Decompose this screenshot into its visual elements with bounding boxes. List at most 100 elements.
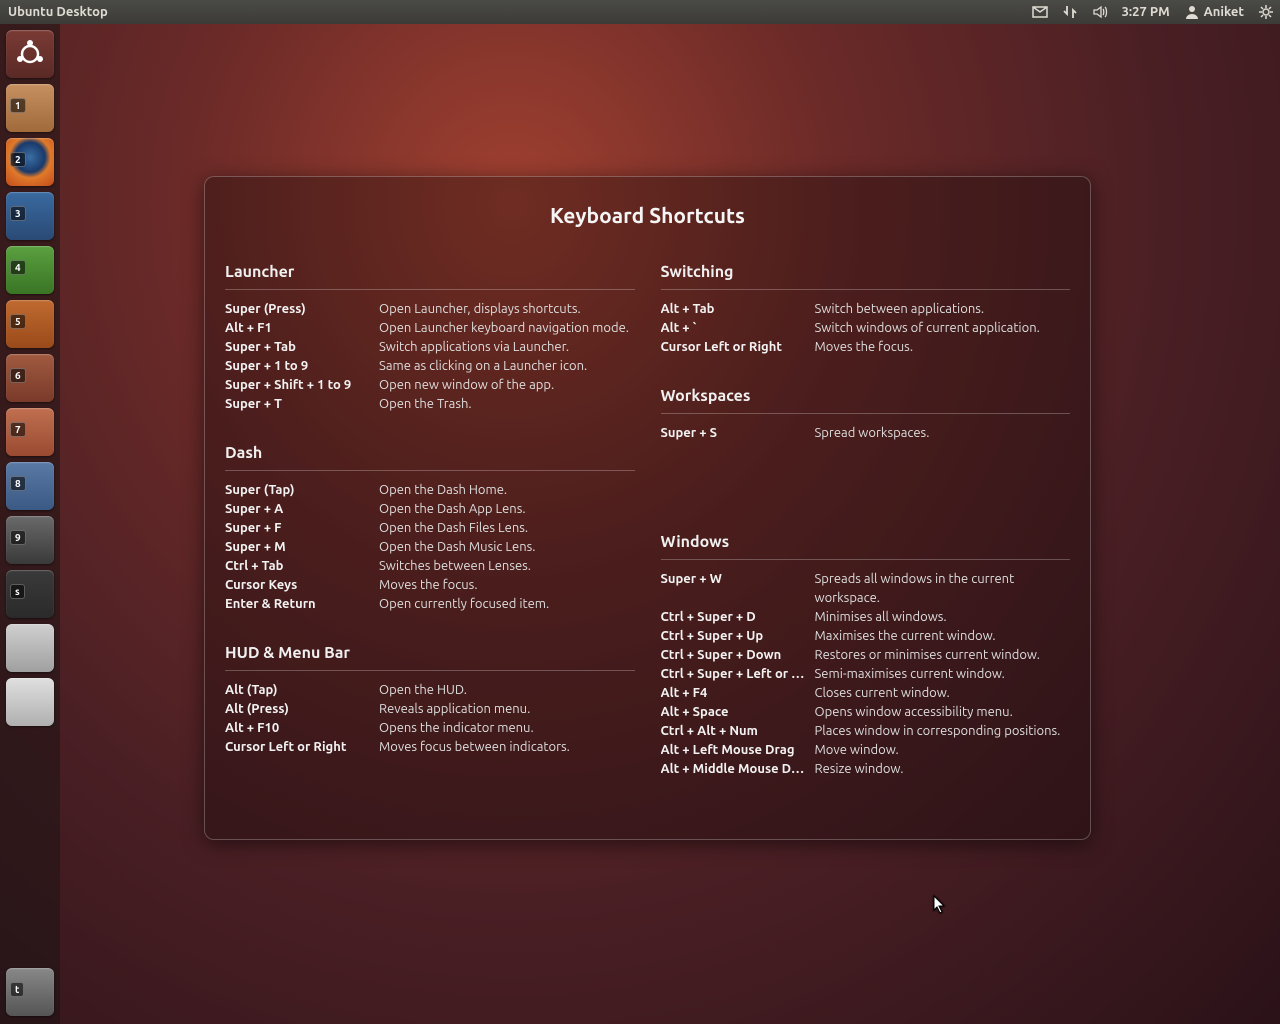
- shortcut-key: Ctrl + Super + Down: [661, 646, 815, 665]
- shortcut-key: Alt + Tab: [661, 300, 815, 319]
- launcher-item-device-disk[interactable]: [6, 678, 54, 726]
- shortcut-key: Cursor Left or Right: [225, 738, 379, 757]
- launcher-item-files[interactable]: 1: [6, 84, 54, 132]
- shortcut-desc: Minimises all windows.: [815, 608, 1071, 627]
- launcher-item-writer[interactable]: 3: [6, 192, 54, 240]
- shortcut-row: Super + AOpen the Dash App Lens.: [225, 500, 635, 519]
- shortcut-desc: Opens the indicator menu.: [379, 719, 635, 738]
- shortcut-desc: Opens window accessibility menu.: [815, 703, 1071, 722]
- section-title: Launcher: [225, 263, 635, 290]
- launcher-item-impress[interactable]: 5: [6, 300, 54, 348]
- keyboard-shortcuts-overlay: Keyboard Shortcuts LauncherSuper (Press)…: [204, 176, 1091, 840]
- shortcut-row: Alt + F10Opens the indicator menu.: [225, 719, 635, 738]
- clock-text: 3:27 PM: [1122, 5, 1170, 19]
- shortcut-key: Super + F: [225, 519, 379, 538]
- shortcut-section: DashSuper (Tap)Open the Dash Home.Super …: [225, 444, 635, 614]
- shortcut-row: Super (Tap)Open the Dash Home.: [225, 481, 635, 500]
- shortcut-key: Ctrl + Super + Left or Ri…: [661, 665, 815, 684]
- launcher-item-system[interactable]: 9: [6, 516, 54, 564]
- shortcut-key: Super + T: [225, 395, 379, 414]
- shortcut-key: Alt + `: [661, 319, 815, 338]
- user-indicator[interactable]: Aniket: [1184, 4, 1244, 20]
- network-indicator[interactable]: [1062, 4, 1078, 20]
- shortcut-desc: Switch windows of current application.: [815, 319, 1071, 338]
- shortcut-row: Ctrl + Super + DownRestores or minimises…: [661, 646, 1071, 665]
- shortcut-row: Super + Shift + 1 to 9Open new window of…: [225, 376, 635, 395]
- shortcut-key: Ctrl + Alt + Num: [661, 722, 815, 741]
- shortcut-desc: Closes current window.: [815, 684, 1071, 703]
- launcher-item-settings[interactable]: 7: [6, 408, 54, 456]
- shortcut-desc: Open new window of the app.: [379, 376, 635, 395]
- sound-indicator[interactable]: [1092, 4, 1108, 20]
- shortcut-row: Enter & ReturnOpen currently focused ite…: [225, 595, 635, 614]
- shortcut-row: Alt + Left Mouse DragMove window.: [661, 741, 1071, 760]
- shortcut-key: Ctrl + Tab: [225, 557, 379, 576]
- section-title: Switching: [661, 263, 1071, 290]
- shortcut-row: Alt + TabSwitch between applications.: [661, 300, 1071, 319]
- shortcut-desc: Open currently focused item.: [379, 595, 635, 614]
- shortcut-desc: Places window in corresponding positions…: [815, 722, 1071, 741]
- section-title: Dash: [225, 444, 635, 471]
- launcher-item-trash[interactable]: t: [6, 968, 54, 1016]
- launcher-item-thunderbird[interactable]: 8: [6, 462, 54, 510]
- dash-home-icon[interactable]: [6, 30, 54, 78]
- messages-indicator[interactable]: [1032, 4, 1048, 20]
- shortcut-section: Workspaces Super + SSpread workspaces.: [661, 387, 1071, 443]
- launcher-item-workspace-switcher[interactable]: s: [6, 570, 54, 618]
- shortcut-desc: Open the HUD.: [379, 681, 635, 700]
- ubuntu-logo-icon: [15, 39, 45, 69]
- network-icon: [1062, 4, 1078, 20]
- overlay-title: Keyboard Shortcuts: [225, 203, 1070, 227]
- shortcut-desc: Moves the focus.: [815, 338, 1071, 357]
- shortcut-desc: Moves the focus.: [379, 576, 635, 595]
- shortcut-desc: Reveals application menu.: [379, 700, 635, 719]
- shortcut-row: Alt + Middle Mouse DragResize window.: [661, 760, 1071, 779]
- shortcut-key: Super + Shift + 1 to 9: [225, 376, 379, 395]
- shortcut-key: Alt + F4: [661, 684, 815, 703]
- shortcut-desc: Spread workspaces.: [815, 424, 1071, 443]
- shortcut-desc: Open Launcher keyboard navigation mode.: [379, 319, 635, 338]
- gear-icon: [1258, 4, 1274, 20]
- shortcut-row: Ctrl + Super + UpMaximises the current w…: [661, 627, 1071, 646]
- section-title: HUD & Menu Bar: [225, 644, 635, 671]
- top-panel: Ubuntu Desktop 3:27 PM Aniket: [0, 0, 1280, 24]
- shortcut-desc: Open the Trash.: [379, 395, 635, 414]
- shortcut-section: LauncherSuper (Press)Open Launcher, disp…: [225, 263, 635, 414]
- section-title: Workspaces: [661, 387, 1071, 414]
- shortcut-row: Cursor KeysMoves the focus.: [225, 576, 635, 595]
- launcher-item-firefox[interactable]: 2: [6, 138, 54, 186]
- shortcut-desc: Switch between applications.: [815, 300, 1071, 319]
- shortcut-row: Alt + F1Open Launcher keyboard navigatio…: [225, 319, 635, 338]
- shortcut-row: Super + TOpen the Trash.: [225, 395, 635, 414]
- session-indicator[interactable]: [1258, 4, 1274, 20]
- shortcut-key: Alt (Tap): [225, 681, 379, 700]
- launcher: 1 2 3 4 5 6 7 8 9 s t: [0, 24, 60, 1024]
- shortcuts-right-column: Switching Alt + TabSwitch between applica…: [661, 263, 1071, 809]
- launcher-item-calc[interactable]: 4: [6, 246, 54, 294]
- shortcut-section: HUD & Menu BarAlt (Tap)Open the HUD.Alt …: [225, 644, 635, 757]
- shortcut-key: Super + S: [661, 424, 815, 443]
- shortcut-key: Super + Tab: [225, 338, 379, 357]
- shortcut-row: Super + MOpen the Dash Music Lens.: [225, 538, 635, 557]
- clock-indicator[interactable]: 3:27 PM: [1122, 5, 1170, 19]
- shortcut-desc: Restores or minimises current window.: [815, 646, 1071, 665]
- shortcut-section: Switching Alt + TabSwitch between applica…: [661, 263, 1071, 357]
- shortcut-key: Enter & Return: [225, 595, 379, 614]
- shortcut-desc: Open the Dash App Lens.: [379, 500, 635, 519]
- shortcut-row: Ctrl + Alt + NumPlaces window in corresp…: [661, 722, 1071, 741]
- shortcut-row: Cursor Left or RightMoves focus between …: [225, 738, 635, 757]
- shortcut-row: Super + 1 to 9Same as clicking on a Laun…: [225, 357, 635, 376]
- shortcuts-left-column: LauncherSuper (Press)Open Launcher, disp…: [225, 263, 635, 809]
- shortcut-desc: Maximises the current window.: [815, 627, 1071, 646]
- shortcut-desc: Move window.: [815, 741, 1071, 760]
- launcher-item-device-usb[interactable]: [6, 624, 54, 672]
- shortcut-key: Cursor Left or Right: [661, 338, 815, 357]
- shortcut-key: Super + W: [661, 570, 815, 608]
- shortcut-row: Cursor Left or RightMoves the focus.: [661, 338, 1071, 357]
- shortcut-desc: Open the Dash Files Lens.: [379, 519, 635, 538]
- shortcut-key: Alt (Press): [225, 700, 379, 719]
- launcher-item-software-center[interactable]: 6: [6, 354, 54, 402]
- desktop-title: Ubuntu Desktop: [8, 5, 108, 19]
- shortcut-key: Alt + F10: [225, 719, 379, 738]
- shortcut-key: Super + M: [225, 538, 379, 557]
